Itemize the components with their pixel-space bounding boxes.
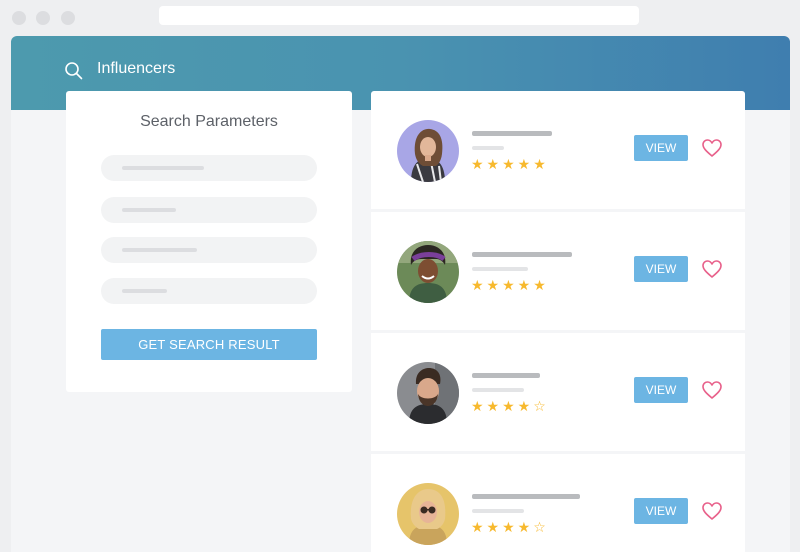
search-parameters-panel: Search Parameters GET SEARCH RESULT <box>66 91 352 392</box>
window-close-dot[interactable] <box>12 11 26 25</box>
window-minimize-dot[interactable] <box>36 11 50 25</box>
avatar[interactable] <box>397 120 459 182</box>
heart-icon[interactable] <box>701 501 723 521</box>
list-item: ★★★★☆ VIEW <box>371 454 745 552</box>
address-bar[interactable] <box>159 6 639 25</box>
heart-icon[interactable] <box>701 259 723 279</box>
list-item: ★★★★☆ VIEW <box>371 333 745 451</box>
name-placeholder <box>472 494 580 499</box>
window-maximize-dot[interactable] <box>61 11 75 25</box>
view-button[interactable]: VIEW <box>634 498 688 524</box>
app-window: Influencers Search Parameters GET SEARCH… <box>11 36 790 552</box>
subtitle-placeholder <box>472 509 524 513</box>
page-title: Influencers <box>97 60 176 77</box>
view-button[interactable]: VIEW <box>634 256 688 282</box>
get-search-result-button[interactable]: GET SEARCH RESULT <box>101 329 317 360</box>
heart-icon[interactable] <box>701 380 723 400</box>
view-button[interactable]: VIEW <box>634 135 688 161</box>
field-placeholder <box>122 166 204 170</box>
subtitle-placeholder <box>472 267 528 271</box>
subtitle-placeholder <box>472 388 524 392</box>
search-field-1[interactable] <box>101 155 317 181</box>
browser-chrome <box>0 0 800 36</box>
avatar[interactable] <box>397 241 459 303</box>
search-field-3[interactable] <box>101 237 317 263</box>
rating-stars: ★★★★☆ <box>471 399 549 415</box>
search-icon[interactable] <box>64 61 84 81</box>
rating-stars: ★★★★★ <box>471 278 549 294</box>
list-item: ★★★★★ VIEW <box>371 91 745 209</box>
name-placeholder <box>472 373 540 378</box>
view-button[interactable]: VIEW <box>634 377 688 403</box>
list-item: ★★★★★ VIEW <box>371 212 745 330</box>
name-placeholder <box>472 131 552 136</box>
search-field-2[interactable] <box>101 197 317 223</box>
heart-icon[interactable] <box>701 138 723 158</box>
avatar[interactable] <box>397 483 459 545</box>
name-placeholder <box>472 252 572 257</box>
search-field-4[interactable] <box>101 278 317 304</box>
field-placeholder <box>122 289 167 293</box>
subtitle-placeholder <box>472 146 504 150</box>
field-placeholder <box>122 208 176 212</box>
search-parameters-title: Search Parameters <box>140 113 278 130</box>
avatar[interactable] <box>397 362 459 424</box>
rating-stars: ★★★★★ <box>471 157 549 173</box>
field-placeholder <box>122 248 197 252</box>
results-list: ★★★★★ VIEW ★★★★★ VIEW ★★★★☆ VIEW ★★★★☆ V… <box>371 91 745 552</box>
rating-stars: ★★★★☆ <box>471 520 549 536</box>
